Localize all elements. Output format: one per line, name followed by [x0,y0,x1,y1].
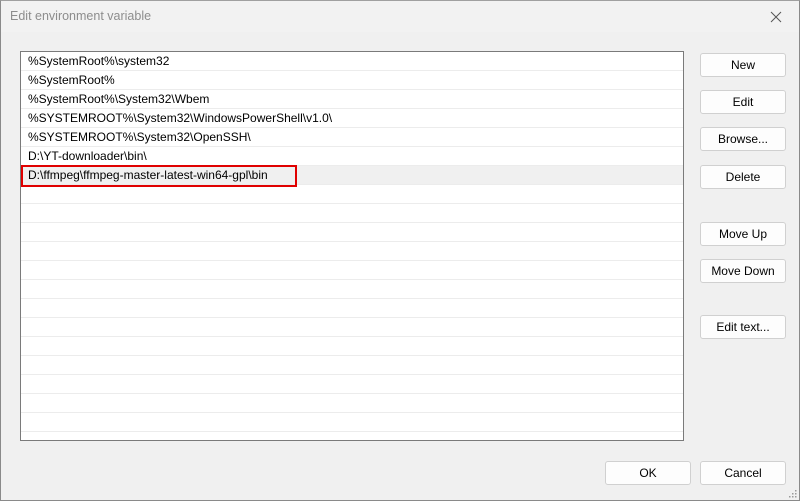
window-title: Edit environment variable [10,9,152,23]
empty-list-row[interactable] [21,413,683,432]
edit-text-button[interactable]: Edit text... [700,315,786,339]
move-up-button[interactable]: Move Up [700,222,786,246]
list-item-text: %SYSTEMROOT%\System32\WindowsPowerShell\… [28,111,333,125]
empty-list-row[interactable] [21,375,683,394]
close-button[interactable] [753,1,799,32]
list-item[interactable]: %SYSTEMROOT%\System32\WindowsPowerShell\… [21,109,683,128]
move-down-button[interactable]: Move Down [700,259,786,283]
new-button[interactable]: New [700,53,786,77]
empty-list-row[interactable] [21,394,683,413]
empty-list-row[interactable] [21,337,683,356]
empty-list-row[interactable] [21,299,683,318]
delete-button[interactable]: Delete [700,165,786,189]
list-item-text: D:\ffmpeg\ffmpeg-master-latest-win64-gpl… [28,168,268,182]
edit-button[interactable]: Edit [700,90,786,114]
empty-list-row[interactable] [21,223,683,242]
list-item-text: %SystemRoot%\System32\Wbem [28,92,210,106]
close-icon [770,11,782,22]
list-item-selected[interactable]: D:\ffmpeg\ffmpeg-master-latest-win64-gpl… [21,165,683,187]
empty-list-row[interactable] [21,242,683,261]
list-item[interactable]: %SystemRoot%\system32 [21,52,683,71]
list-item-text: %SYSTEMROOT%\System32\OpenSSH\ [28,130,251,144]
ok-button[interactable]: OK [605,461,691,485]
path-list[interactable]: %SystemRoot%\system32 %SystemRoot% %Syst… [20,51,684,441]
empty-list-row[interactable] [21,204,683,223]
list-item-text: %SystemRoot%\system32 [28,54,170,68]
empty-list-row[interactable] [21,318,683,337]
cancel-button[interactable]: Cancel [700,461,786,485]
empty-list-row[interactable] [21,261,683,280]
list-item[interactable]: %SystemRoot%\System32\Wbem [21,90,683,109]
title-bar[interactable]: Edit environment variable [1,1,799,32]
empty-list-row[interactable] [21,280,683,299]
list-item[interactable]: %SYSTEMROOT%\System32\OpenSSH\ [21,128,683,147]
list-item-text: D:\YT-downloader\bin\ [28,149,147,163]
empty-list-row[interactable] [21,185,683,204]
list-item[interactable]: %SystemRoot% [21,71,683,90]
browse-button[interactable]: Browse... [700,127,786,151]
list-item[interactable]: D:\YT-downloader\bin\ [21,147,683,166]
resize-grip-icon[interactable] [787,488,797,498]
list-item-text: %SystemRoot% [28,73,115,87]
empty-list-row[interactable] [21,432,683,440]
edit-environment-variable-dialog: Edit environment variable %SystemRoot%\s… [0,0,800,501]
empty-list-row[interactable] [21,356,683,375]
